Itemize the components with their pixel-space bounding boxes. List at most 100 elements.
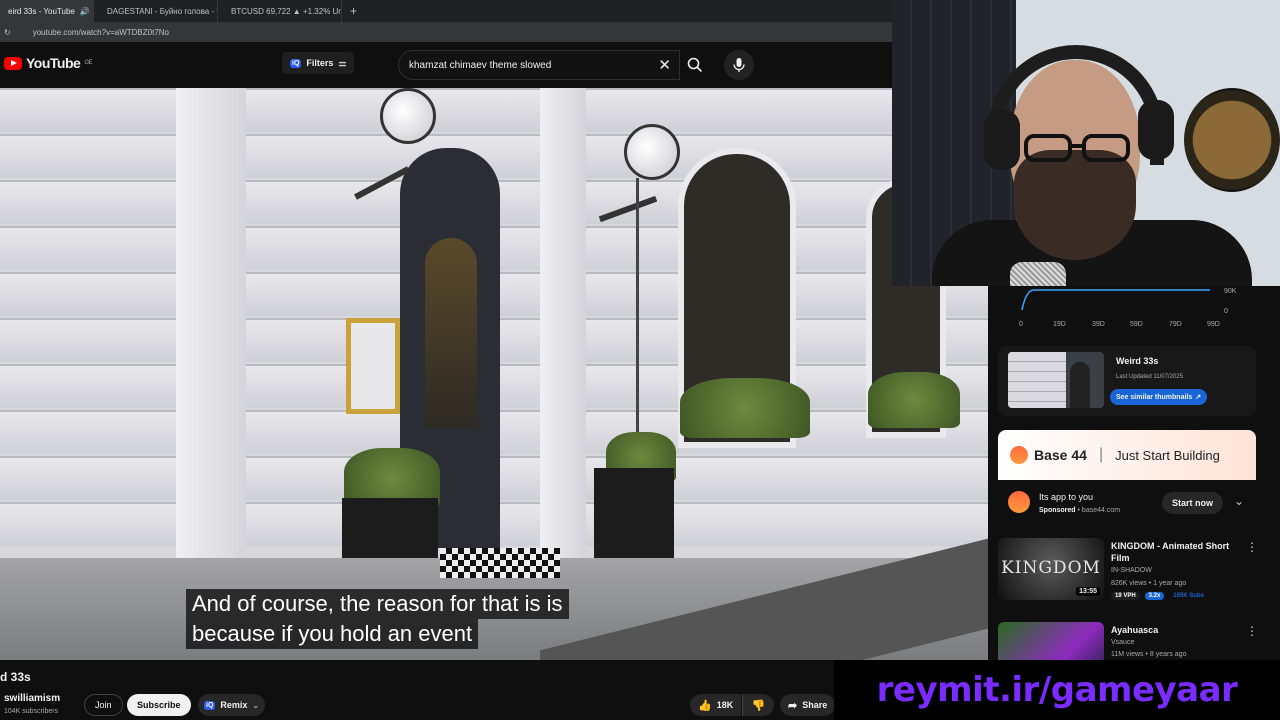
menu-board bbox=[346, 318, 400, 414]
webcam-overlay bbox=[892, 0, 1280, 286]
filters-label: Filters bbox=[306, 58, 334, 68]
video-captions: And of course, the reason for that is is… bbox=[186, 589, 569, 649]
ad-tagline: Just Start Building bbox=[1115, 447, 1220, 463]
browser-tab-dagestani[interactable]: DAGESTANI - Буйно голова - 9... ✕ bbox=[94, 0, 218, 22]
filters-button[interactable]: iQ Filters ⚌ bbox=[282, 52, 355, 74]
tab-label: BTCUSD 69,722 ▲ +1.32% Unn... bbox=[231, 6, 342, 16]
video-player[interactable] bbox=[0, 88, 988, 660]
browser-tab-btcusd[interactable]: BTCUSD 69,722 ▲ +1.32% Unn... ✕ bbox=[218, 0, 342, 22]
microphone-icon bbox=[733, 58, 745, 72]
search-icon bbox=[687, 57, 703, 73]
logo-text: YouTube bbox=[26, 55, 81, 71]
recommendation-item[interactable]: KINGDOM 13:55 KINGDOM - Animated Short F… bbox=[998, 538, 1260, 604]
lamp bbox=[380, 88, 436, 144]
recommendation-item[interactable]: Ayahuasca Vsauce 11M views • 8 years ago… bbox=[998, 622, 1260, 660]
watermark-text: reymit.ir/gameyaar bbox=[876, 670, 1238, 710]
recommendation-channel[interactable]: IN-SHADOW bbox=[1111, 567, 1152, 574]
thumbs-up-icon: 👍 bbox=[698, 699, 712, 712]
like-count: 18K bbox=[716, 700, 734, 710]
recommendation-channel[interactable]: Vsauce bbox=[1111, 639, 1134, 646]
start-now-button[interactable]: Start now bbox=[1162, 492, 1224, 514]
recommendation-title[interactable]: KINGDOM - Animated Short Film bbox=[1111, 540, 1241, 564]
x-tick: 59D bbox=[1130, 321, 1143, 328]
watermark-banner: reymit.ir/gameyaar bbox=[834, 660, 1280, 720]
advertiser-avatar[interactable] bbox=[1008, 491, 1030, 513]
recommendation-title[interactable]: Ayahuasca bbox=[1111, 624, 1241, 636]
ad-banner[interactable]: Base 44 | Just Start Building bbox=[998, 430, 1256, 480]
thumbnail-card: Weird 33s Last Updated 11/07/2025 See si… bbox=[998, 346, 1256, 416]
audio-icon[interactable]: 🔊 bbox=[80, 7, 90, 16]
like-button[interactable]: 👍 18K bbox=[690, 694, 742, 716]
see-similar-thumbnails-button[interactable]: See similar thumbnails ↗ bbox=[1110, 389, 1208, 405]
video-title: d 33s bbox=[0, 670, 31, 684]
dislike-button[interactable]: 👎 bbox=[742, 694, 774, 716]
vph-chip: 19 VPH bbox=[1111, 592, 1140, 600]
ad-brand: Base 44 bbox=[1034, 447, 1087, 463]
subs-chip: 105K Subs bbox=[1173, 593, 1204, 599]
card-thumbnail[interactable] bbox=[1008, 352, 1104, 408]
recommendation-thumbnail[interactable] bbox=[998, 622, 1104, 660]
youtube-play-icon bbox=[4, 56, 22, 70]
share-button[interactable]: ➦ Share bbox=[780, 694, 836, 716]
recommendation-meta: 826K views • 1 year ago bbox=[1111, 580, 1187, 587]
recommendation-meta: 11M views • 8 years ago bbox=[1111, 651, 1187, 658]
thumbs-down-icon: 👎 bbox=[751, 699, 766, 712]
iq-extension-icon: iQ bbox=[204, 700, 216, 710]
browser-tab-bar: eird 33s - YouTube 🔊 ✕ DAGESTANI - Буйно… bbox=[0, 0, 892, 22]
ad-divider: | bbox=[1098, 446, 1104, 463]
microphone bbox=[1010, 262, 1066, 286]
ad-text: Its app to you bbox=[1039, 492, 1094, 502]
share-icon: ➦ bbox=[788, 699, 798, 712]
youtube-logo[interactable]: YouTube GE bbox=[4, 55, 92, 71]
ad-sponsored-line: Sponsored • base44.com bbox=[1039, 507, 1121, 514]
more-options-icon[interactable]: ⋮ bbox=[1246, 540, 1258, 554]
recommendation-thumbnail[interactable]: KINGDOM 13:55 bbox=[998, 538, 1104, 600]
ad-info: Its app to you Sponsored • base44.com St… bbox=[998, 480, 1256, 526]
chevron-down-icon[interactable]: ⌄ bbox=[1234, 494, 1244, 508]
search-query: khamzat chimaev theme slowed bbox=[409, 59, 552, 71]
x-tick: 0 bbox=[1019, 321, 1023, 328]
y-tick: 90K bbox=[1224, 288, 1237, 295]
reload-icon[interactable]: ↻ bbox=[4, 28, 11, 37]
join-button[interactable]: Join bbox=[84, 694, 123, 716]
x-tick: 99D bbox=[1207, 321, 1220, 328]
address-bar[interactable]: ↻ youtube.com/watch?v=aWTDBZ0t7No bbox=[0, 22, 892, 42]
multiplier-chip: 3.2x bbox=[1144, 592, 1165, 600]
y-tick: 0 bbox=[1224, 308, 1228, 315]
lamp bbox=[624, 124, 680, 180]
card-title: Weird 33s bbox=[1116, 356, 1159, 366]
search-input[interactable]: khamzat chimaev theme slowed ✕ bbox=[398, 50, 680, 80]
more-options-icon[interactable]: ⋮ bbox=[1246, 624, 1258, 638]
sliders-icon: ⚌ bbox=[338, 57, 347, 68]
sponsored-label: Sponsored bbox=[1039, 507, 1076, 514]
thumbnail-text: KINGDOM bbox=[1001, 558, 1101, 578]
browser-tab-youtube[interactable]: eird 33s - YouTube 🔊 ✕ bbox=[0, 0, 94, 22]
url-text[interactable]: youtube.com/watch?v=aWTDBZ0t7No bbox=[33, 28, 169, 37]
duration-badge: 13:55 bbox=[1076, 587, 1100, 596]
channel-name[interactable]: swilliamism bbox=[4, 693, 60, 704]
remix-button[interactable]: iQ Remix ⌄ bbox=[198, 694, 266, 716]
wall-clock bbox=[1184, 88, 1280, 192]
external-link-icon: ↗ bbox=[1195, 394, 1202, 401]
card-button-label: See similar thumbnails bbox=[1116, 393, 1193, 401]
iq-extension-icon: iQ bbox=[290, 58, 302, 68]
x-tick: 19D bbox=[1053, 321, 1066, 328]
x-tick: 39D bbox=[1092, 321, 1105, 328]
caption-line-1: And of course, the reason for that is is bbox=[186, 589, 569, 619]
subscribe-button[interactable]: Subscribe bbox=[127, 694, 191, 716]
recommendation-stats: 19 VPH 3.2x 105K Subs bbox=[1111, 592, 1211, 600]
subscriber-count: 104K subscribers bbox=[4, 708, 59, 715]
tab-label: DAGESTANI - Буйно голова - 9... bbox=[107, 6, 218, 16]
logo-country: GE bbox=[84, 60, 92, 66]
ad-domain: base44.com bbox=[1081, 507, 1121, 514]
voice-search-button[interactable] bbox=[724, 50, 754, 80]
clear-search-icon[interactable]: ✕ bbox=[658, 56, 671, 74]
base44-logo-icon bbox=[1010, 446, 1028, 464]
search-button[interactable] bbox=[680, 50, 710, 80]
card-updated: Last Updated 11/07/2025 bbox=[1116, 374, 1183, 380]
share-label: Share bbox=[802, 700, 828, 710]
new-tab-button[interactable]: + bbox=[342, 4, 365, 18]
tab-label: eird 33s - YouTube bbox=[8, 6, 75, 16]
x-tick: 79D bbox=[1169, 321, 1182, 328]
youtube-header: YouTube GE iQ Filters ⚌ khamzat chimaev … bbox=[0, 42, 892, 88]
